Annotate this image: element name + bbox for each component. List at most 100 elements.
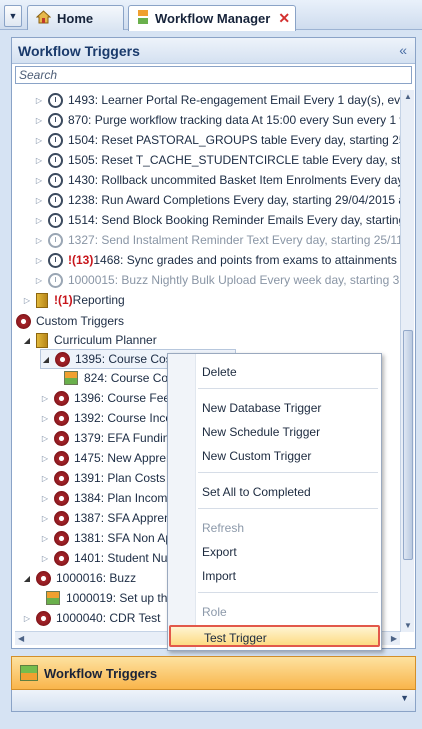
menu-item-import[interactable]: Import (169, 565, 380, 587)
schedule-clock-icon (48, 212, 63, 228)
scroll-right-icon[interactable]: ▶ (391, 634, 397, 643)
tab-home[interactable]: Home (27, 5, 124, 30)
schedule-clock-icon (48, 152, 63, 168)
expand-arrow-icon[interactable]: ▷ (40, 394, 50, 403)
tree-row-label: 1379: EFA Funding (74, 431, 177, 445)
tree-row[interactable]: ▷ 1379: EFA Funding (40, 428, 176, 448)
tree-row[interactable]: ▷ 870: Purge workflow tracking data At 15… (34, 110, 400, 130)
folder-icon (36, 292, 48, 308)
custom-gear-icon (54, 510, 69, 526)
scroll-up-icon[interactable]: ▲ (404, 92, 412, 101)
expand-arrow-icon[interactable]: ▷ (40, 494, 50, 503)
menu-separator (198, 508, 378, 509)
expand-arrow-icon[interactable]: ▷ (34, 136, 44, 145)
menu-item-set-all-to-completed[interactable]: Set All to Completed (169, 481, 380, 503)
custom-gear-icon (54, 450, 69, 466)
workflow-icon (46, 591, 60, 605)
expand-arrow-icon[interactable]: ▷ (34, 216, 44, 225)
collapse-panel-icon[interactable]: « (399, 42, 407, 58)
tree-row[interactable]: ▷ 1000040: CDR Test (22, 608, 161, 628)
expand-arrow-icon[interactable]: ▷ (40, 554, 50, 563)
tree-row-label: Curriculum Planner (54, 333, 157, 347)
tree-row-label: 1392: Course Incon (74, 411, 179, 425)
tree-row-label: 1401: Student Num (74, 551, 178, 565)
tab-bar: ▼ Home Workflow Manager ✕ (0, 0, 422, 31)
tree-row[interactable]: ▷ 1384: Plan Incomes (40, 488, 180, 508)
expand-arrow-icon[interactable]: ▷ (40, 414, 50, 423)
custom-gear-icon (54, 550, 69, 566)
tree-row[interactable]: ▷ 1396: Course Fees (40, 388, 176, 408)
tree-row[interactable]: ▷ 1514: Send Block Booking Reminder Email… (34, 210, 400, 230)
tree-row[interactable]: 1000019: Set up th (46, 588, 167, 608)
menu-item-role: Role (202, 605, 227, 619)
schedule-clock-icon (48, 252, 63, 268)
tree-row[interactable]: ▷ 1475: New Apprent (40, 448, 176, 468)
chevron-down-icon[interactable]: ▼ (400, 693, 409, 703)
tree-row-label: 1238: Run Award Completions Every day, s… (68, 193, 400, 207)
tree-row-label: 1475: New Apprent (74, 451, 177, 465)
tree-row[interactable]: ◢ Curriculum Planner (22, 330, 157, 350)
expand-arrow-icon[interactable]: ▷ (34, 276, 44, 285)
expand-arrow-icon[interactable]: ▷ (34, 156, 44, 165)
expand-arrow-icon[interactable]: ▷ (40, 534, 50, 543)
tree-row[interactable]: ▷ 1327: Send Instalment Reminder Text Eve… (34, 230, 400, 250)
tab-workflow-manager[interactable]: Workflow Manager ✕ (128, 5, 296, 31)
tree-row-label: 1000040: CDR Test (56, 611, 161, 625)
tree-row-label: 1327: Send Instalment Reminder Text Ever… (68, 233, 400, 247)
tree-row[interactable]: ▷ 1000015: Buzz Nightly Bulk Upload Every… (34, 270, 400, 290)
expand-arrow-icon[interactable]: ▷ (34, 196, 44, 205)
tree-row[interactable]: ▷ 1493: Learner Portal Re-engagement Emai… (34, 90, 400, 110)
tree-row[interactable]: ▷ 1387: SFA Apprenti (40, 508, 177, 528)
expand-arrow-icon[interactable]: ▷ (40, 434, 50, 443)
menu-item-test-trigger[interactable]: Test Trigger (169, 625, 380, 647)
expand-arrow-icon[interactable]: ▷ (40, 454, 50, 463)
menu-item-new-schedule-trigger[interactable]: New Schedule Trigger (169, 421, 380, 443)
tree-row-label: 1514: Send Block Booking Reminder Emails… (68, 213, 400, 227)
tree-row[interactable]: ◢ 1000016: Buzz (22, 568, 136, 588)
expand-arrow-icon[interactable]: ▷ (34, 236, 44, 245)
collapse-arrow-icon[interactable]: ◢ (41, 355, 51, 364)
tree-row[interactable]: ▷ 1505: Reset T_CACHE_STUDENTCIRCLE table… (34, 150, 400, 170)
tree-row-label: 1384: Plan Incomes (74, 491, 181, 505)
expand-arrow-icon[interactable]: ▷ (34, 256, 44, 265)
menu-item-delete[interactable]: Delete (169, 361, 380, 383)
tree-row[interactable]: ▷ !(1) Reporting (22, 290, 125, 310)
scroll-down-icon[interactable]: ▼ (404, 621, 412, 630)
expand-arrow-icon[interactable]: ▷ (22, 296, 32, 305)
tree-row[interactable]: ▷ 1401: Student Num (40, 548, 177, 568)
tab-home-label: Home (57, 10, 94, 26)
menu-item-new-custom-trigger[interactable]: New Custom Trigger (169, 445, 380, 467)
expand-arrow-icon[interactable]: ▷ (22, 614, 32, 623)
vertical-scrollbar[interactable]: ▲ ▼ (400, 90, 414, 632)
tree-row[interactable]: ▷ 1381: SFA Non Appr (40, 528, 183, 548)
error-count-badge: !(1) (54, 293, 73, 307)
tree-row[interactable]: ▷ 1392: Course Incon (40, 408, 179, 428)
collapse-arrow-icon[interactable]: ◢ (22, 574, 32, 583)
tab-list-dropdown-button[interactable]: ▼ (4, 5, 22, 27)
expand-arrow-icon[interactable]: ▷ (34, 176, 44, 185)
expand-arrow-icon[interactable]: ▷ (40, 514, 50, 523)
vertical-scroll-thumb[interactable] (403, 330, 413, 560)
tree-row[interactable]: ▷ 1391: Plan Costs Ca (40, 468, 184, 488)
tree-row-label: 1505: Reset T_CACHE_STUDENTCIRCLE table … (68, 153, 400, 167)
close-tab-icon[interactable]: ✕ (278, 10, 290, 27)
tree-row[interactable]: ▷ 1430: Rollback uncommited Basket Item E… (34, 170, 400, 190)
custom-gear-icon (54, 410, 69, 426)
expand-arrow-icon[interactable]: ▷ (34, 96, 44, 105)
search-input[interactable]: Search (15, 66, 412, 84)
expand-arrow-icon[interactable]: ▷ (34, 116, 44, 125)
scroll-left-icon[interactable]: ◀ (18, 634, 24, 643)
menu-item-new-database-trigger[interactable]: New Database Trigger (169, 397, 380, 419)
collapse-arrow-icon[interactable]: ◢ (22, 336, 32, 345)
custom-gear-icon (16, 313, 31, 329)
tree-row[interactable]: ▷ 1504: Reset PASTORAL_GROUPS table Every… (34, 130, 400, 150)
tree-row[interactable]: 824: Course Co (64, 368, 168, 388)
schedule-clock-icon (48, 172, 63, 188)
expand-arrow-icon[interactable]: ▷ (40, 474, 50, 483)
tree-row[interactable]: ▷ 1238: Run Award Completions Every day, … (34, 190, 400, 210)
tree-row-label: 1000015: Buzz Nightly Bulk Upload Every … (68, 273, 400, 287)
menu-item-export[interactable]: Export (169, 541, 380, 563)
nav-workflow-triggers[interactable]: Workflow Triggers (11, 656, 416, 690)
tree-row[interactable]: ▷ !(13) 1468: Sync grades and points from … (34, 250, 400, 270)
tree-row[interactable]: Custom Triggers (16, 311, 124, 331)
